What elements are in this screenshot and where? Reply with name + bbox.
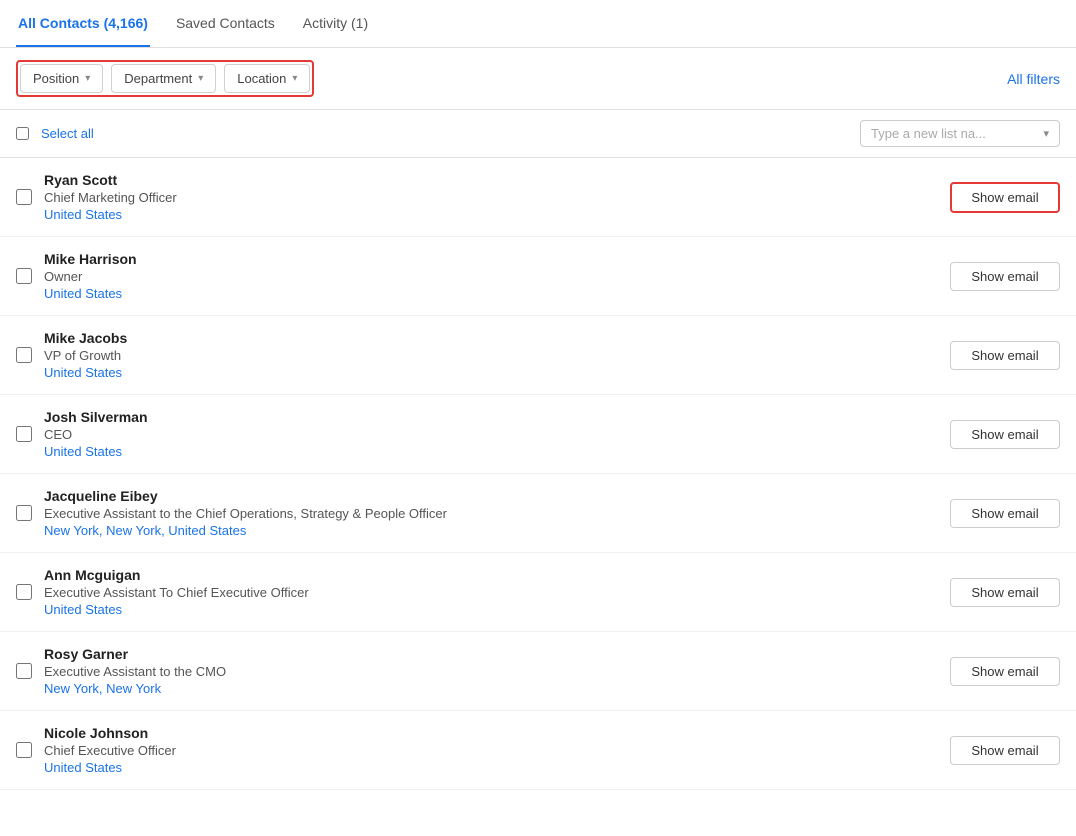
select-all-label[interactable]: Select all [41, 126, 94, 141]
list-header: Select all Type a new list na... ▾ [0, 110, 1076, 158]
list-name-chevron-icon: ▾ [1043, 127, 1049, 140]
contact-checkbox-2[interactable] [16, 268, 32, 284]
contact-row: Ryan Scott Chief Marketing Officer Unite… [0, 158, 1076, 237]
contact-checkbox-4[interactable] [16, 426, 32, 442]
location-filter-btn[interactable]: Location ▾ [224, 64, 310, 93]
contact-info-1: Ryan Scott Chief Marketing Officer Unite… [44, 172, 938, 222]
department-filter-btn[interactable]: Department ▾ [111, 64, 216, 93]
all-filters-btn[interactable]: All filters [1007, 71, 1060, 87]
contact-checkbox-7[interactable] [16, 663, 32, 679]
show-email-btn-6[interactable]: Show email [950, 578, 1060, 607]
show-email-btn-3[interactable]: Show email [950, 341, 1060, 370]
contact-location-5: New York, New York, United States [44, 523, 938, 538]
contact-location-7: New York, New York [44, 681, 938, 696]
location-chevron-icon: ▾ [292, 73, 297, 84]
position-filter-label: Position [33, 71, 79, 86]
contact-location-1: United States [44, 207, 938, 222]
filter-group: Position ▾ Department ▾ Location ▾ [16, 60, 314, 97]
show-email-btn-2[interactable]: Show email [950, 262, 1060, 291]
tab-activity[interactable]: Activity (1) [301, 1, 370, 47]
position-chevron-icon: ▾ [85, 73, 90, 84]
contact-row: Rosy Garner Executive Assistant to the C… [0, 632, 1076, 711]
show-email-btn-5[interactable]: Show email [950, 499, 1060, 528]
contact-location-3: United States [44, 365, 938, 380]
contact-checkbox-8[interactable] [16, 742, 32, 758]
show-email-btn-4[interactable]: Show email [950, 420, 1060, 449]
department-filter-label: Department [124, 71, 192, 86]
contact-info-4: Josh Silverman CEO United States [44, 409, 938, 459]
tab-all-contacts[interactable]: All Contacts (4,166) [16, 1, 150, 47]
contact-row: Mike Harrison Owner United States Show e… [0, 237, 1076, 316]
contact-name-6: Ann Mcguigan [44, 567, 938, 583]
contact-title-5: Executive Assistant to the Chief Operati… [44, 506, 938, 521]
show-email-btn-7[interactable]: Show email [950, 657, 1060, 686]
contact-title-2: Owner [44, 269, 938, 284]
contact-location-6: United States [44, 602, 938, 617]
department-chevron-icon: ▾ [198, 73, 203, 84]
contact-location-8: United States [44, 760, 938, 775]
contact-name-5: Jacqueline Eibey [44, 488, 938, 504]
contact-row: Ann Mcguigan Executive Assistant To Chie… [0, 553, 1076, 632]
show-email-btn-1[interactable]: Show email [950, 182, 1060, 213]
contact-list: Ryan Scott Chief Marketing Officer Unite… [0, 158, 1076, 790]
show-email-btn-8[interactable]: Show email [950, 736, 1060, 765]
contact-name-7: Rosy Garner [44, 646, 938, 662]
contact-location-4: United States [44, 444, 938, 459]
contact-info-8: Nicole Johnson Chief Executive Officer U… [44, 725, 938, 775]
filter-bar: Position ▾ Department ▾ Location ▾ All f… [0, 48, 1076, 110]
contact-name-2: Mike Harrison [44, 251, 938, 267]
contact-name-8: Nicole Johnson [44, 725, 938, 741]
contact-title-8: Chief Executive Officer [44, 743, 938, 758]
contact-title-7: Executive Assistant to the CMO [44, 664, 938, 679]
contact-name-4: Josh Silverman [44, 409, 938, 425]
contact-row: Jacqueline Eibey Executive Assistant to … [0, 474, 1076, 553]
contact-checkbox-3[interactable] [16, 347, 32, 363]
select-all-checkbox[interactable] [16, 127, 29, 140]
location-filter-label: Location [237, 71, 286, 86]
contact-info-6: Ann Mcguigan Executive Assistant To Chie… [44, 567, 938, 617]
contact-info-5: Jacqueline Eibey Executive Assistant to … [44, 488, 938, 538]
position-filter-btn[interactable]: Position ▾ [20, 64, 103, 93]
contact-row: Josh Silverman CEO United States Show em… [0, 395, 1076, 474]
contact-checkbox-1[interactable] [16, 189, 32, 205]
contact-row: Mike Jacobs VP of Growth United States S… [0, 316, 1076, 395]
contact-name-1: Ryan Scott [44, 172, 938, 188]
contact-info-7: Rosy Garner Executive Assistant to the C… [44, 646, 938, 696]
contact-title-4: CEO [44, 427, 938, 442]
contact-row: Nicole Johnson Chief Executive Officer U… [0, 711, 1076, 790]
list-name-placeholder: Type a new list na... [871, 126, 1037, 141]
contact-checkbox-6[interactable] [16, 584, 32, 600]
contact-checkbox-5[interactable] [16, 505, 32, 521]
contact-info-3: Mike Jacobs VP of Growth United States [44, 330, 938, 380]
page-container: All Contacts (4,166) Saved Contacts Activi… [0, 0, 1076, 790]
contact-title-1: Chief Marketing Officer [44, 190, 938, 205]
tab-saved-contacts[interactable]: Saved Contacts [174, 1, 277, 47]
contact-info-2: Mike Harrison Owner United States [44, 251, 938, 301]
contact-title-3: VP of Growth [44, 348, 938, 363]
contact-name-3: Mike Jacobs [44, 330, 938, 346]
contact-title-6: Executive Assistant To Chief Executive O… [44, 585, 938, 600]
tabs-bar: All Contacts (4,166) Saved Contacts Activi… [0, 0, 1076, 48]
contact-location-2: United States [44, 286, 938, 301]
list-name-input[interactable]: Type a new list na... ▾ [860, 120, 1060, 147]
